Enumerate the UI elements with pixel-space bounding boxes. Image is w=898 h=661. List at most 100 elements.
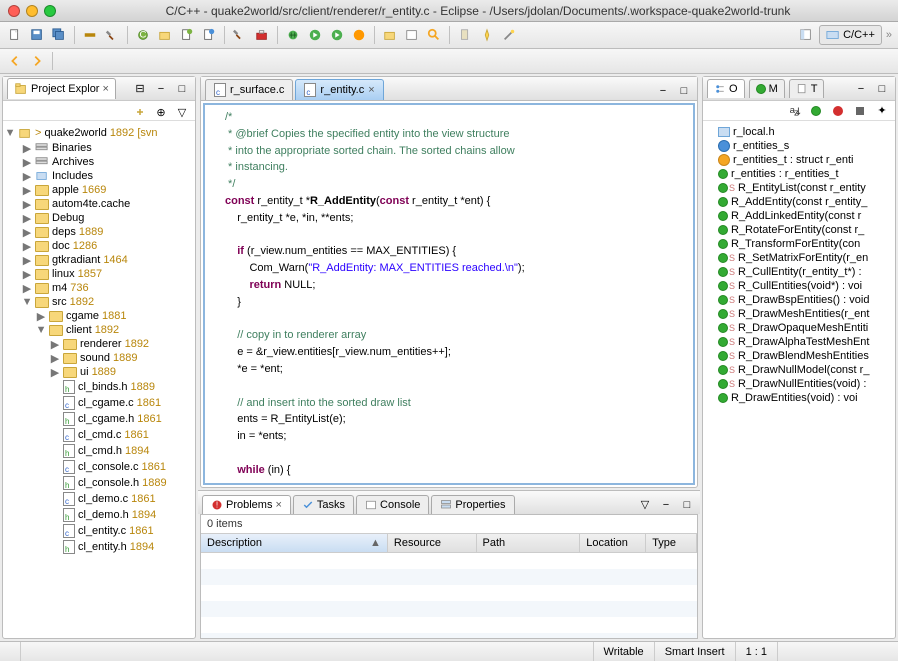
tree-item[interactable]: ▶renderer 1892 bbox=[5, 337, 193, 351]
tree-item[interactable]: ▶apple 1669 bbox=[5, 183, 193, 197]
make-tab[interactable]: M bbox=[749, 79, 785, 98]
outline-item[interactable]: SR_DrawMeshEntities(r_ent bbox=[705, 307, 893, 321]
collapse-all-icon[interactable]: ⊟ bbox=[131, 80, 149, 98]
outline-item[interactable]: SR_SetMatrixForEntity(r_en bbox=[705, 251, 893, 265]
wand-icon[interactable] bbox=[500, 26, 518, 44]
tree-root[interactable]: ▼> quake2world 1892 [svn bbox=[5, 125, 193, 141]
maximize-icon[interactable]: □ bbox=[873, 80, 891, 98]
debug-icon[interactable] bbox=[284, 26, 302, 44]
outline-item[interactable]: R_TransformForEntity(con bbox=[705, 237, 893, 251]
menu-icon[interactable]: ▽ bbox=[173, 103, 191, 121]
maximize-icon[interactable]: □ bbox=[675, 82, 693, 100]
toolbox-icon[interactable] bbox=[253, 26, 271, 44]
focus-icon[interactable]: ⊕ bbox=[152, 103, 170, 121]
link-editor-icon[interactable] bbox=[131, 103, 149, 121]
maximize-icon[interactable]: □ bbox=[678, 496, 696, 514]
outline-tab[interactable]: O bbox=[707, 79, 745, 98]
new-source-icon[interactable] bbox=[178, 26, 196, 44]
outline-item[interactable]: R_AddLinkedEntity(const r bbox=[705, 209, 893, 223]
filter-icon[interactable]: ✦ bbox=[873, 102, 891, 120]
tasks-tab[interactable]: Tasks bbox=[293, 495, 354, 514]
column-description[interactable]: Description ▲ bbox=[201, 534, 388, 552]
tree-item[interactable]: ▶autom4te.cache bbox=[5, 197, 193, 211]
run-last-icon[interactable] bbox=[328, 26, 346, 44]
task-list-tab[interactable]: T bbox=[789, 79, 825, 98]
maximize-icon[interactable]: □ bbox=[173, 80, 191, 98]
editor-tab-r-surface[interactable]: r_surface.c bbox=[205, 79, 293, 100]
outline-item[interactable]: SR_DrawNullModel(const r_ bbox=[705, 363, 893, 377]
new-header-icon[interactable] bbox=[200, 26, 218, 44]
tree-item[interactable]: ▶Includes bbox=[5, 169, 193, 183]
code-editor[interactable]: /* * @brief Copies the specified entity … bbox=[203, 103, 695, 485]
tree-item[interactable]: ▶gtkradiant 1464 bbox=[5, 253, 193, 267]
outline-item[interactable]: r_local.h bbox=[705, 125, 893, 139]
outline-item[interactable]: SR_DrawOpaqueMeshEntiti bbox=[705, 321, 893, 335]
new-folder-icon[interactable] bbox=[156, 26, 174, 44]
outline-item[interactable]: R_AddEntity(const r_entity_ bbox=[705, 195, 893, 209]
tree-item[interactable]: ▶ui 1889 bbox=[5, 365, 193, 379]
column-path[interactable]: Path bbox=[477, 534, 581, 552]
tree-item[interactable]: ▶Binaries bbox=[5, 141, 193, 155]
tree-item[interactable]: ▶cgame 1881 bbox=[5, 309, 193, 323]
hide-static-icon[interactable] bbox=[829, 102, 847, 120]
hide-fields-icon[interactable] bbox=[807, 102, 825, 120]
back-icon[interactable] bbox=[6, 52, 24, 70]
outline-item[interactable]: r_entities_s bbox=[705, 139, 893, 153]
tree-item[interactable]: cl_cgame.c 1861 bbox=[5, 395, 193, 411]
outline-item[interactable]: r_entities : r_entities_t bbox=[705, 167, 893, 181]
open-type-icon[interactable] bbox=[381, 26, 399, 44]
close-tab-icon[interactable]: × bbox=[368, 84, 374, 96]
outline-item[interactable]: r_entities_t : struct r_enti bbox=[705, 153, 893, 167]
toggle-mark-icon[interactable] bbox=[456, 26, 474, 44]
project-explorer-tab[interactable]: Project Explor × bbox=[7, 78, 116, 99]
close-window-button[interactable] bbox=[8, 5, 20, 17]
console-tab[interactable]: Console bbox=[356, 495, 429, 514]
tree-item[interactable]: ▼client 1892 bbox=[5, 323, 193, 337]
problems-tab[interactable]: ! Problems × bbox=[202, 495, 291, 514]
outline-item[interactable]: SR_CullEntities(void*) : voi bbox=[705, 279, 893, 293]
open-task-icon[interactable] bbox=[403, 26, 421, 44]
hide-non-public-icon[interactable] bbox=[851, 102, 869, 120]
column-type[interactable]: Type bbox=[646, 534, 697, 552]
overflow-icon[interactable]: » bbox=[886, 29, 892, 41]
tree-item[interactable]: ▶doc 1286 bbox=[5, 239, 193, 253]
search-icon[interactable] bbox=[425, 26, 443, 44]
save-all-icon[interactable] bbox=[50, 26, 68, 44]
outline-item[interactable]: SR_DrawBlendMeshEntities bbox=[705, 349, 893, 363]
tree-item[interactable]: cl_demo.c 1861 bbox=[5, 491, 193, 507]
minimize-icon[interactable]: − bbox=[152, 80, 170, 98]
tree-item[interactable]: cl_demo.h 1894 bbox=[5, 507, 193, 523]
tree-item[interactable]: cl_cmd.c 1861 bbox=[5, 427, 193, 443]
outline-item[interactable]: SR_DrawNullEntities(void) : bbox=[705, 377, 893, 391]
hammer-icon[interactable] bbox=[103, 26, 121, 44]
minimize-window-button[interactable] bbox=[26, 5, 38, 17]
menu-icon[interactable]: ▽ bbox=[636, 496, 654, 514]
close-icon[interactable]: × bbox=[102, 83, 108, 95]
properties-tab[interactable]: Properties bbox=[431, 495, 514, 514]
tree-item[interactable]: cl_cmd.h 1894 bbox=[5, 443, 193, 459]
build-icon[interactable] bbox=[81, 26, 99, 44]
forward-icon[interactable] bbox=[28, 52, 46, 70]
outline-item[interactable]: SR_DrawBspEntities() : void bbox=[705, 293, 893, 307]
outline-item[interactable]: SR_CullEntity(r_entity_t*) : bbox=[705, 265, 893, 279]
save-icon[interactable] bbox=[28, 26, 46, 44]
outline-item[interactable]: SR_DrawAlphaTestMeshEnt bbox=[705, 335, 893, 349]
outline-item[interactable]: R_DrawEntities(void) : voi bbox=[705, 391, 893, 405]
tree-item[interactable]: cl_console.h 1889 bbox=[5, 475, 193, 491]
tree-item[interactable]: ▶Debug bbox=[5, 211, 193, 225]
run-icon[interactable] bbox=[306, 26, 324, 44]
build-all-icon[interactable] bbox=[231, 26, 249, 44]
open-perspective-icon[interactable] bbox=[797, 26, 815, 44]
sort-icon[interactable]: az bbox=[785, 102, 803, 120]
tree-item[interactable]: ▶Archives bbox=[5, 155, 193, 169]
outline-tree[interactable]: r_local.hr_entities_sr_entities_t : stru… bbox=[703, 121, 895, 638]
tree-item[interactable]: ▼src 1892 bbox=[5, 295, 193, 309]
pin-icon[interactable] bbox=[478, 26, 496, 44]
coverage-icon[interactable] bbox=[350, 26, 368, 44]
minimize-icon[interactable]: − bbox=[654, 82, 672, 100]
outline-item[interactable]: R_RotateForEntity(const r_ bbox=[705, 223, 893, 237]
tree-item[interactable]: cl_entity.h 1894 bbox=[5, 539, 193, 555]
outline-item[interactable]: SR_EntityList(const r_entity bbox=[705, 181, 893, 195]
tree-item[interactable]: ▶m4 736 bbox=[5, 281, 193, 295]
tree-item[interactable]: cl_binds.h 1889 bbox=[5, 379, 193, 395]
